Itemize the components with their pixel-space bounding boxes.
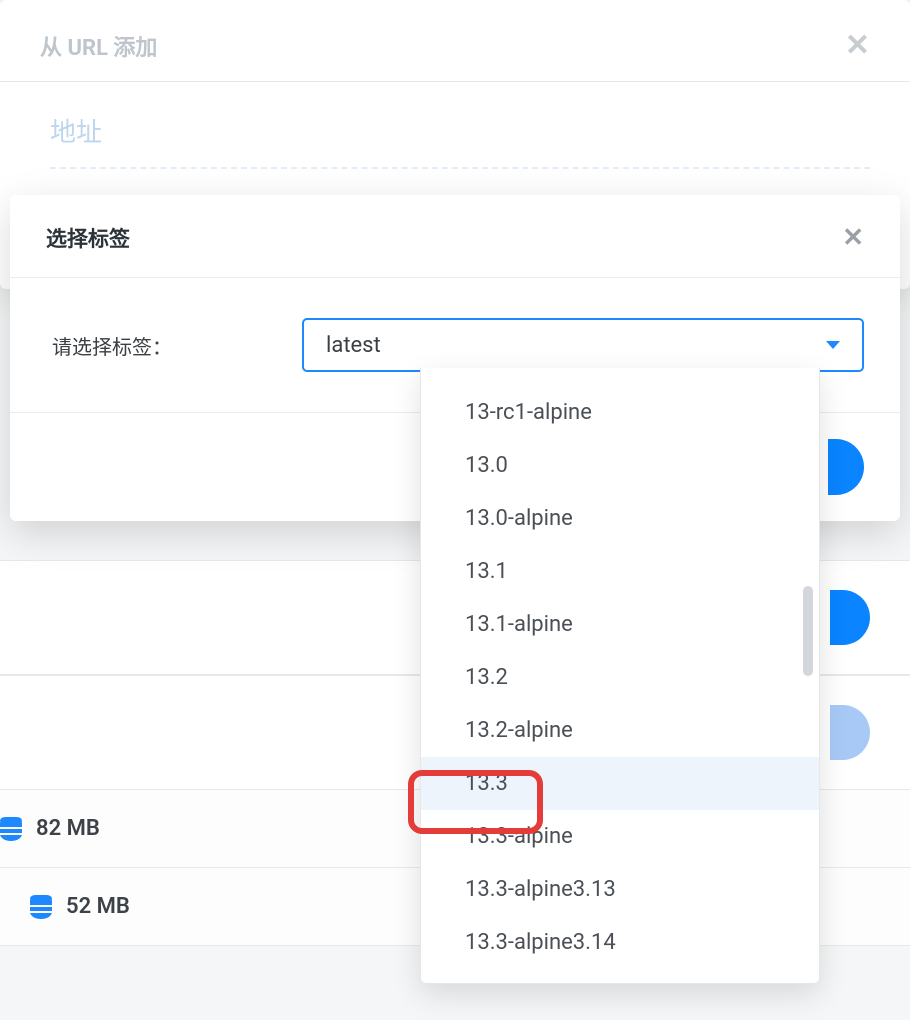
close-icon[interactable]: ✕ bbox=[845, 28, 870, 63]
dropdown-option[interactable]: 13.1-alpine bbox=[421, 598, 819, 651]
dropdown-option[interactable]: 13.1 bbox=[421, 545, 819, 598]
dropdown-option[interactable]: 13.2 bbox=[421, 651, 819, 704]
fg-modal-header: 选择标签 ✕ bbox=[10, 195, 900, 278]
scrollbar-thumb[interactable] bbox=[803, 586, 813, 676]
tag-select[interactable]: latest bbox=[302, 318, 864, 372]
submit-pill[interactable] bbox=[828, 439, 864, 495]
fg-modal-title: 选择标签 bbox=[46, 223, 130, 253]
dropdown-option[interactable]: 13.0-alpine bbox=[421, 492, 819, 545]
tag-dropdown[interactable]: 13-rc1-alpine 13.0 13.0-alpine 13.1 13.1… bbox=[420, 368, 820, 984]
dropdown-option[interactable]: 13.2-alpine bbox=[421, 704, 819, 757]
size-value: 82 MB bbox=[36, 816, 100, 841]
dropdown-option[interactable]: 13.3-alpine bbox=[421, 810, 819, 863]
selected-value: latest bbox=[326, 333, 381, 358]
dropdown-option-highlighted[interactable]: 13.3 bbox=[421, 757, 819, 810]
dropdown-option[interactable]: 13.3-alpine3.14 bbox=[421, 916, 819, 969]
bg-modal-header: 从 URL 添加 ✕ bbox=[0, 0, 910, 82]
dropdown-option[interactable]: 13.3-alpine3.13 bbox=[421, 863, 819, 916]
action-pill[interactable] bbox=[830, 705, 870, 760]
database-icon bbox=[0, 817, 22, 841]
url-label: 地址 bbox=[50, 112, 870, 169]
database-icon bbox=[30, 895, 52, 919]
chevron-down-icon bbox=[826, 341, 840, 349]
select-label: 请选择标签： bbox=[52, 331, 172, 360]
dropdown-option[interactable]: 13-rc1-alpine bbox=[421, 386, 819, 439]
close-icon[interactable]: ✕ bbox=[842, 223, 864, 253]
dropdown-option[interactable]: 13.0 bbox=[421, 439, 819, 492]
size-value: 52 MB bbox=[66, 894, 130, 919]
action-pill[interactable] bbox=[830, 590, 870, 645]
bg-modal-title: 从 URL 添加 bbox=[40, 30, 157, 62]
